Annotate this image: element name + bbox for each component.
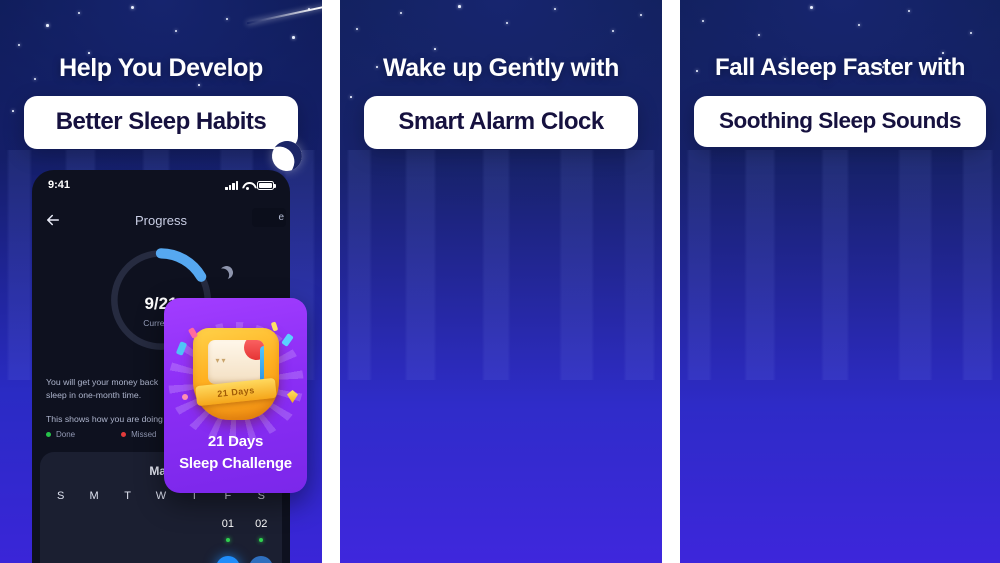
weekday: M — [89, 490, 99, 502]
legend-missed: Missed — [121, 430, 156, 439]
calendar-day[interactable]: 07 — [178, 556, 211, 563]
panel-smart-alarm: Wake up Gently with Smart Alarm Clock 6:… — [340, 0, 662, 563]
calendar-day[interactable]: 03 — [44, 556, 77, 563]
done-dot-icon — [46, 432, 51, 437]
panel-sleep-sounds: Fall Asleep Faster with Soothing Sleep S… — [680, 0, 1000, 563]
day-number: 01 — [221, 518, 234, 530]
calendar-day[interactable] — [178, 512, 211, 546]
calendar-week-row-2: 03 04 05 06 07 08 09 — [40, 546, 282, 563]
day-number: 07 — [182, 556, 206, 563]
mini-moon-icon — [218, 264, 235, 281]
calendar-day-today[interactable]: 09 — [245, 556, 278, 563]
challenge-title-line-2: Sleep Challenge — [179, 455, 292, 472]
day-number: 08 — [215, 556, 240, 563]
panel-headline-pill: Soothing Sleep Sounds — [694, 96, 986, 147]
status-time: 9:41 — [48, 179, 71, 191]
legend-done: Done — [46, 430, 75, 439]
day-number — [182, 512, 206, 536]
weekday: S — [57, 490, 65, 502]
day-number — [82, 512, 106, 536]
status-bar: 9:41 — [32, 170, 290, 200]
calendar-day[interactable]: 01 — [211, 512, 244, 546]
panel-headline-top: Help You Develop — [59, 54, 263, 82]
wifi-icon — [242, 181, 253, 190]
legend-missed-label: Missed — [131, 430, 157, 439]
calendar-legend: Done Missed — [46, 430, 156, 439]
calendar-day[interactable]: 04 — [77, 556, 110, 563]
back-arrow-icon[interactable] — [44, 211, 62, 229]
weekday: W — [155, 490, 167, 502]
calendar-day[interactable]: 06 — [144, 556, 177, 563]
day-number: 06 — [149, 556, 173, 563]
day-number: 03 — [49, 556, 73, 563]
cellular-signal-icon — [225, 180, 238, 190]
trophy-badge-icon: ▾▾ 21 Days — [192, 328, 279, 420]
page-title: Progress — [134, 212, 188, 228]
day-number — [116, 512, 140, 536]
calendar-day[interactable]: 02 — [245, 512, 278, 546]
panel-headline-pill: Smart Alarm Clock — [364, 96, 638, 149]
navbar-truncated-button[interactable]: e — [252, 208, 286, 227]
weekday: T — [124, 490, 131, 502]
panel-headline-pill: Better Sleep Habits — [24, 96, 298, 149]
calendar-day[interactable]: 05 — [111, 556, 144, 563]
skyline-decoration — [340, 150, 662, 380]
app-navbar: Progress e — [32, 206, 290, 234]
battery-icon — [257, 180, 276, 190]
calendar-day[interactable] — [44, 512, 77, 546]
day-number: 09 — [249, 556, 274, 563]
skyline-decoration — [680, 150, 1000, 380]
panel-sleep-habits: Help You Develop Better Sleep Habits 9:4… — [0, 0, 322, 563]
challenge-title-line-1: 21 Days — [207, 433, 264, 450]
panel-divider-1 — [322, 0, 340, 563]
day-number: 02 — [255, 518, 268, 530]
challenge-title: 21 Days Sleep Challenge — [164, 431, 307, 475]
panel-divider-2 — [662, 0, 680, 563]
calendar-day-selected[interactable]: 08 — [211, 556, 244, 563]
panel-headline-top: Fall Asleep Faster with — [715, 54, 965, 81]
day-number — [149, 512, 173, 536]
missed-dot-icon — [121, 432, 127, 437]
calendar-day[interactable] — [144, 512, 177, 546]
calendar-week-row-1: 01 02 — [40, 502, 282, 546]
day-number: 04 — [82, 556, 106, 563]
sleep-challenge-card[interactable]: ▾▾ 21 Days 21 Days Sleep Challenge — [164, 298, 307, 493]
calendar-day[interactable] — [111, 512, 144, 546]
calendar-day[interactable] — [77, 512, 110, 546]
legend-done-label: Done — [56, 430, 76, 439]
day-number: 05 — [116, 556, 140, 563]
day-number — [49, 512, 73, 536]
panel-headline-top: Wake up Gently with — [383, 54, 619, 82]
day-status-dot — [225, 538, 230, 542]
day-status-dot — [259, 538, 264, 542]
